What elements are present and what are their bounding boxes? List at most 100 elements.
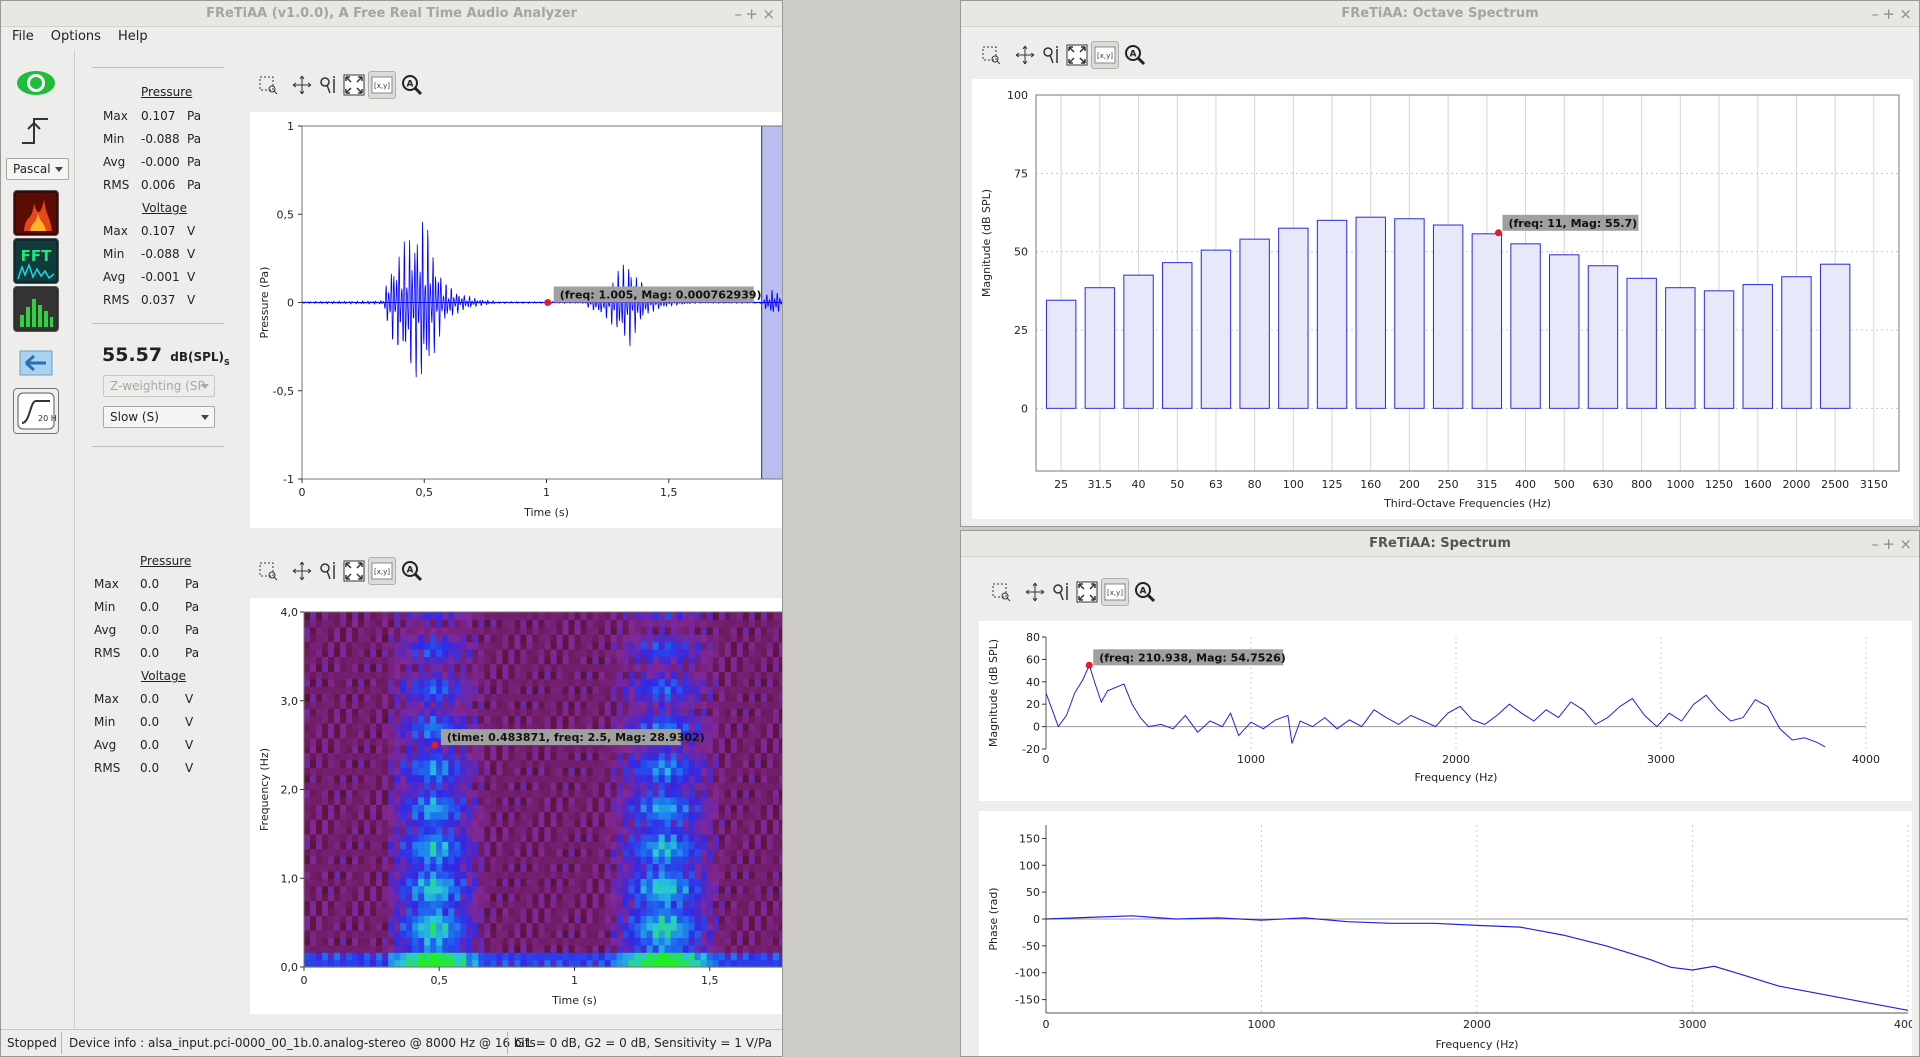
heatmap-cell: [388, 804, 395, 813]
heatmap-cell: [478, 767, 485, 776]
minimize-button[interactable]: –: [1872, 531, 1880, 557]
spectrogram-icon[interactable]: [13, 190, 59, 236]
eye-icon[interactable]: [13, 60, 59, 106]
zoom-rect-icon[interactable]: [987, 578, 1015, 606]
heatmap-cell: [328, 619, 335, 628]
heatmap-cell: [418, 796, 425, 805]
zoom-rect-icon[interactable]: [977, 41, 1005, 69]
phase-chart[interactable]: 01000200030004000150100500-50-100-150Fre…: [979, 811, 1919, 1057]
octave-chart[interactable]: 100755025025 31.5 40 50 63 80 100 125 160 200 250 3…: [972, 79, 1913, 519]
heatmap-cell: [730, 649, 738, 657]
heatmap-cell: [520, 619, 527, 628]
heatmap-cell: [682, 789, 690, 798]
heatmap-cell: [532, 930, 539, 938]
minimize-button[interactable]: –: [1872, 1, 1880, 27]
zoom-rect-icon[interactable]: [254, 71, 282, 99]
zoom-rect-icon[interactable]: [254, 557, 282, 585]
heatmap-cell: [490, 804, 497, 813]
waveform-chart[interactable]: 00,511,5210,50-0,5-1Time (s)Pressure (Pa…: [250, 112, 783, 528]
picker-icon[interactable]: [1037, 41, 1065, 69]
octave-bar: [1278, 227, 1309, 409]
picker-icon[interactable]: [314, 71, 342, 99]
x-axis-label: Time (s): [551, 994, 597, 1007]
back-arrow-icon[interactable]: [13, 340, 59, 386]
heatmap-cell: [676, 700, 684, 709]
menu-options[interactable]: Options: [45, 27, 107, 46]
zoom-fit-icon[interactable]: [1073, 578, 1101, 606]
heatmap-cell: [358, 730, 365, 739]
close-button[interactable]: ×: [1899, 1, 1912, 27]
heatmap-cell: [712, 922, 720, 931]
heatmap-cell: [310, 885, 317, 894]
heatmap-cell: [514, 944, 521, 953]
unit-select[interactable]: Pascal: [6, 158, 69, 180]
heatmap-cell: [724, 952, 732, 961]
heatmap-cell: [490, 863, 497, 872]
heatmap-cell: [706, 900, 714, 909]
zoom-fit-icon[interactable]: [340, 557, 368, 585]
heatmap-cell: [652, 752, 660, 761]
magnitude-chart[interactable]: 0 1000 2000 3000 4000806040200-20Frequency (…: [979, 621, 1912, 801]
auto-scale-icon[interactable]: A: [398, 557, 426, 585]
zoom-fit-icon[interactable]: [1063, 41, 1091, 69]
heatmap-cell: [604, 900, 612, 909]
trigger-icon[interactable]: [13, 108, 59, 154]
xy-icon[interactable]: [x,y]: [1091, 41, 1119, 69]
heatmap-cell: [580, 915, 588, 924]
menu-help[interactable]: Help: [112, 27, 154, 46]
spectrogram-chart[interactable]: 00,511,524,03,02,01,00,0Time (s)Frequenc…: [250, 598, 783, 1014]
heatmap-cell: [316, 907, 323, 916]
fft-icon[interactable]: FFT: [13, 238, 59, 284]
heatmap-cell: [490, 700, 497, 709]
xy-icon[interactable]: [x,y]: [1101, 578, 1129, 606]
heatmap-cell: [562, 671, 570, 680]
spectrum-title-bar[interactable]: FReTiAA: Spectrum – + ×: [961, 531, 1919, 557]
heatmap-cell: [442, 856, 449, 865]
octave-title-bar[interactable]: FReTiAA: Octave Spectrum – + ×: [961, 1, 1919, 27]
heatmap-cell: [430, 722, 437, 731]
pan-icon[interactable]: [288, 71, 316, 99]
heatmap-cell: [658, 930, 666, 938]
heatmap-cell: [532, 922, 539, 931]
heatmap-cell: [496, 693, 503, 702]
heatmap-cell: [574, 641, 582, 650]
main-title-bar[interactable]: FReTiAA (v1.0.0), A Free Real Time Audio…: [1, 1, 782, 27]
xy-icon[interactable]: [x,y]: [368, 71, 396, 99]
high-pass-filter-icon[interactable]: 20 Hz: [13, 388, 59, 434]
heatmap-cell: [322, 722, 329, 731]
heatmap-cell: [562, 811, 570, 820]
pan-icon[interactable]: [1011, 41, 1039, 69]
minimize-button[interactable]: –: [735, 1, 743, 27]
maximize-button[interactable]: +: [1882, 1, 1895, 27]
maximize-button[interactable]: +: [745, 1, 758, 27]
zoom-fit-icon[interactable]: [340, 71, 368, 99]
heatmap-cell: [304, 619, 311, 628]
octave-bars-icon[interactable]: [13, 286, 59, 332]
auto-scale-icon[interactable]: A: [1121, 41, 1149, 69]
heatmap-cell: [448, 626, 455, 635]
pan-icon[interactable]: [288, 557, 316, 585]
auto-scale-icon[interactable]: A: [398, 71, 426, 99]
heatmap-cell: [760, 737, 768, 746]
heatmap-cell: [322, 693, 329, 702]
xy-icon[interactable]: [x,y]: [368, 557, 396, 585]
maximize-button[interactable]: +: [1882, 531, 1895, 557]
close-button[interactable]: ×: [1899, 531, 1912, 557]
heatmap-cell: [364, 870, 371, 879]
heatmap-cell: [664, 811, 672, 820]
picker-icon[interactable]: [314, 557, 342, 585]
menu-file[interactable]: File: [6, 27, 40, 46]
close-button[interactable]: ×: [762, 1, 775, 27]
time-weighting-select[interactable]: Slow (S): [103, 406, 215, 428]
heatmap-cell: [490, 915, 497, 924]
heatmap-cell: [766, 626, 774, 635]
heatmap-cell: [490, 833, 497, 842]
heatmap-cell: [424, 612, 431, 620]
heatmap-cell: [562, 841, 570, 850]
auto-scale-icon[interactable]: A: [1131, 578, 1159, 606]
heatmap-cell: [526, 671, 533, 680]
heatmap-cell: [466, 708, 473, 717]
picker-icon[interactable]: [1047, 578, 1075, 606]
pan-icon[interactable]: [1021, 578, 1049, 606]
weighting-select[interactable]: Z-weighting (SP: [103, 375, 215, 397]
